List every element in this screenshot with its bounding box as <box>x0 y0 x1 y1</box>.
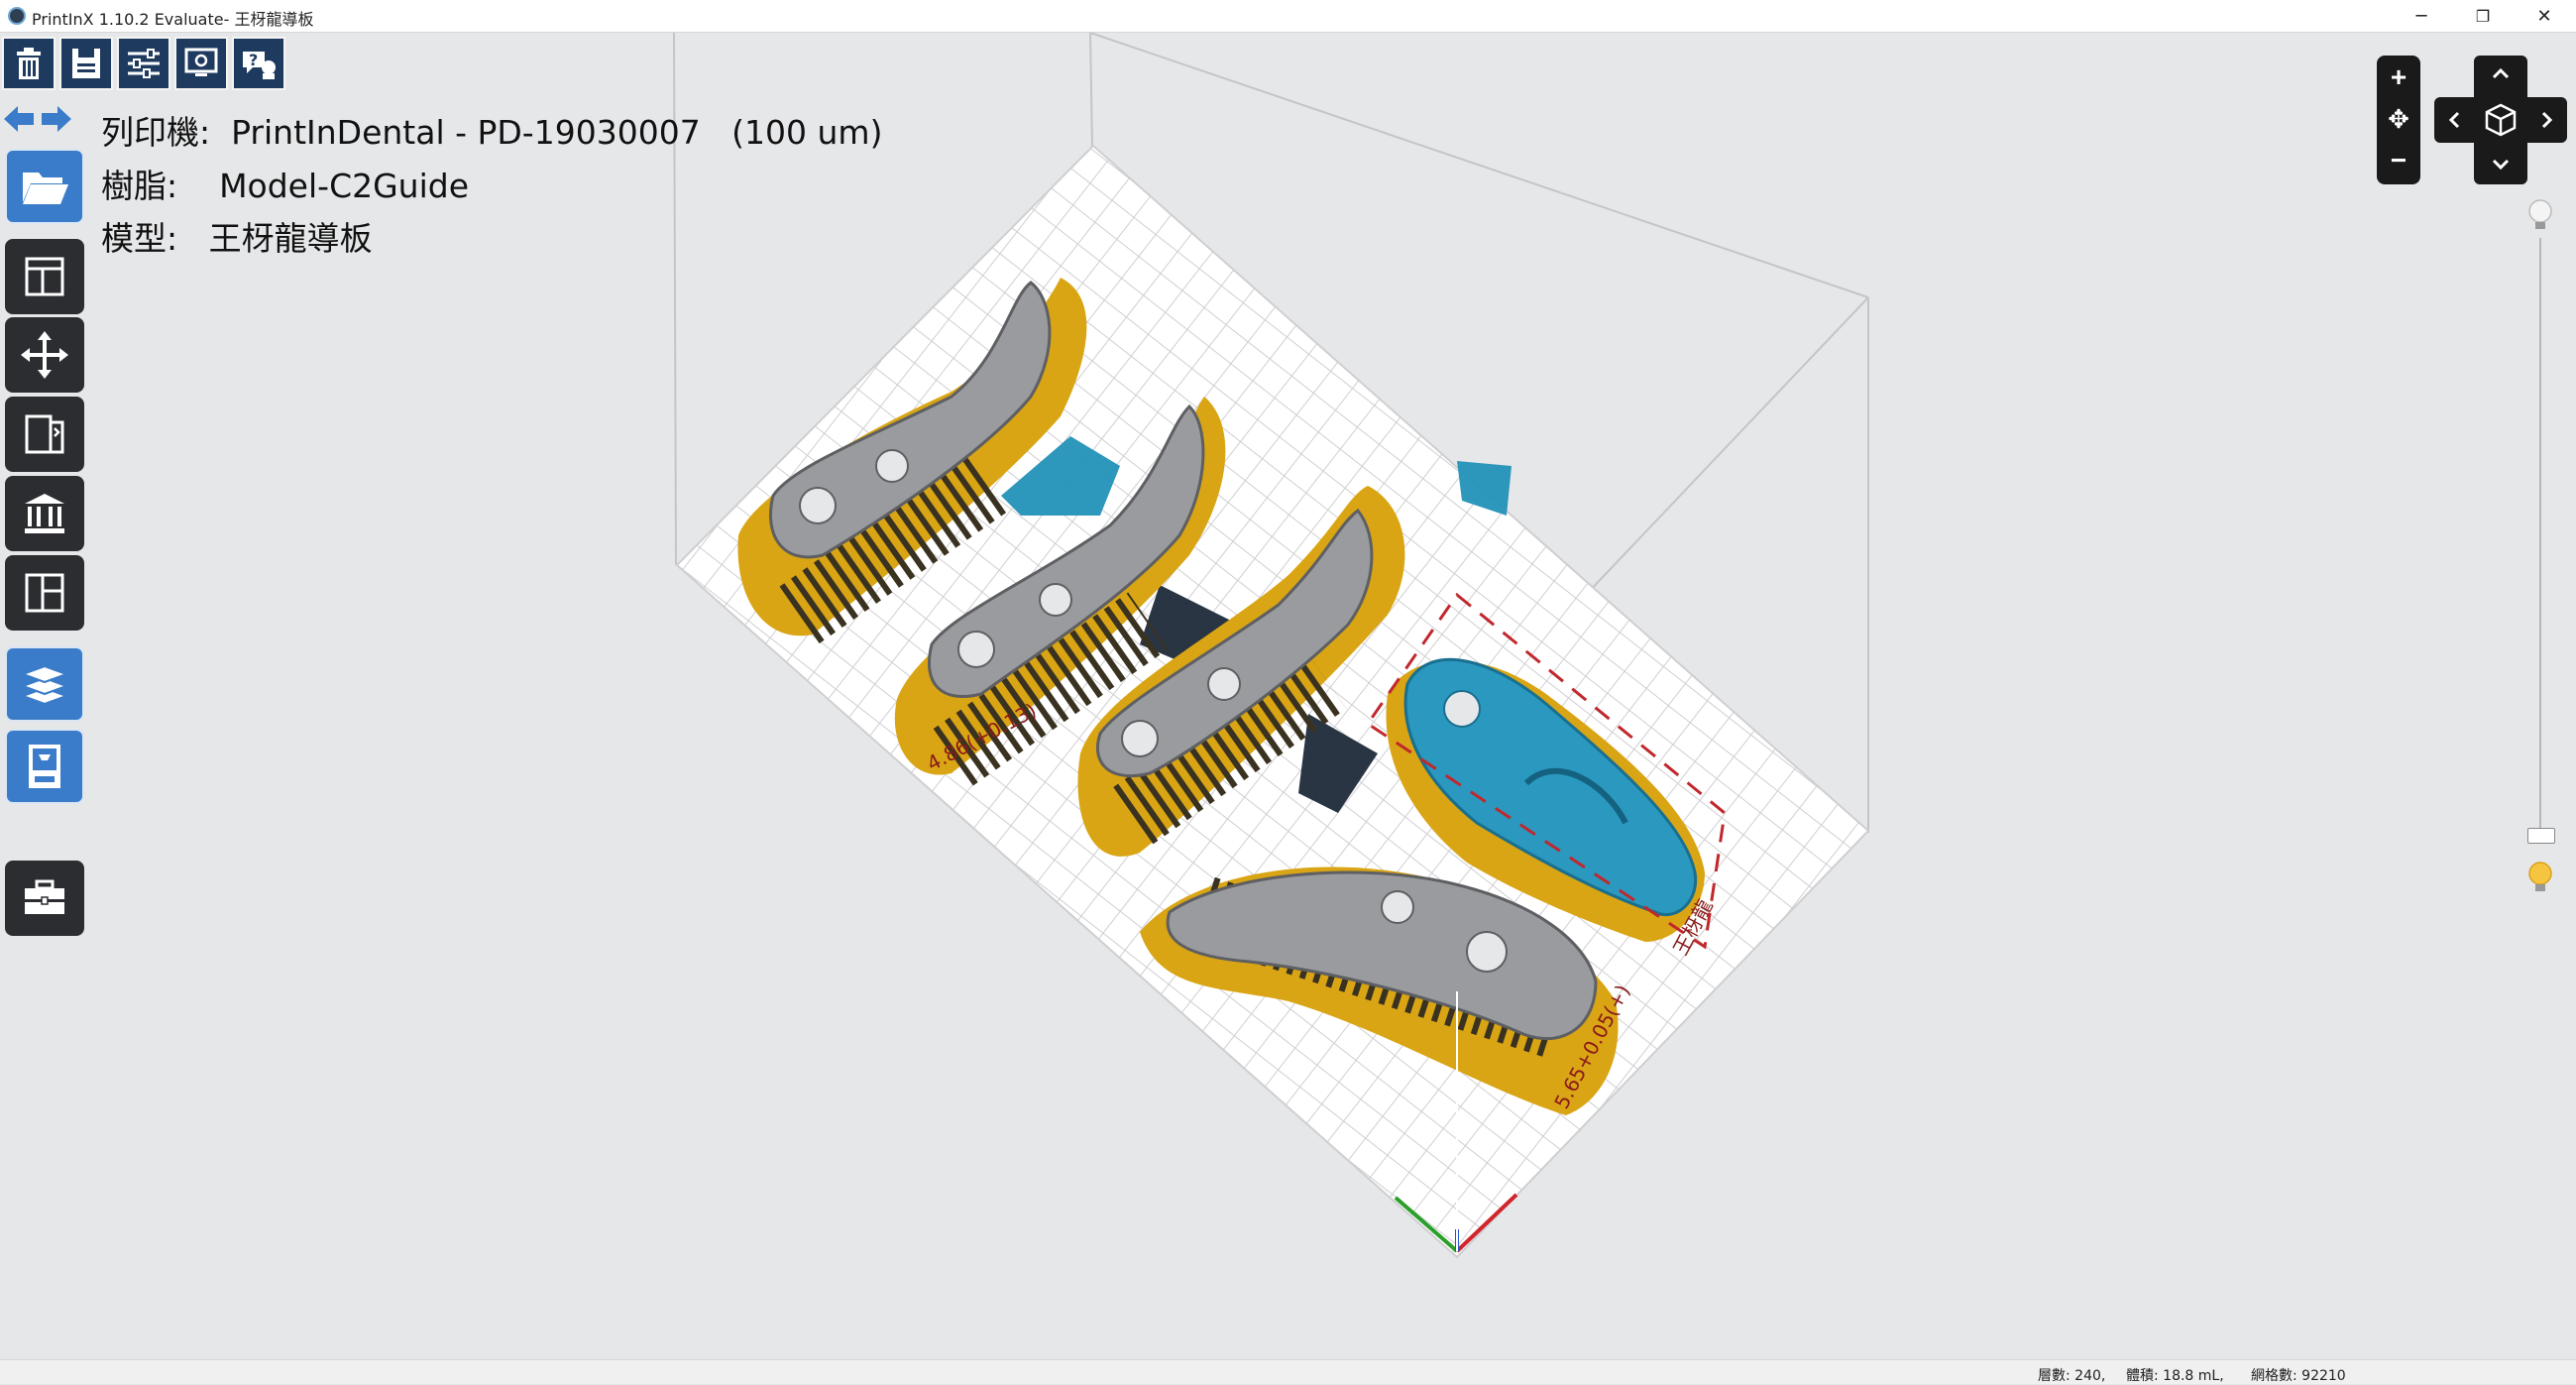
print-icon <box>29 745 60 788</box>
close-button[interactable]: ✕ <box>2514 0 2575 32</box>
title-bar: PrintInX 1.10.2 Evaluate- 王枒龍導板 ─ ❐ ✕ <box>0 0 2576 33</box>
trash-icon <box>17 48 41 79</box>
save-button[interactable] <box>59 37 113 90</box>
status-layers: 層數: 240, <box>2038 1368 2106 1384</box>
zoom-out-button[interactable]: − <box>2377 141 2420 180</box>
light-off-bulb-icon <box>2528 199 2552 229</box>
redo-arrow-icon[interactable] <box>40 102 73 136</box>
support-button[interactable] <box>5 476 84 551</box>
top-toolbar: ? <box>2 37 285 90</box>
minimize-button[interactable]: ─ <box>2391 0 2452 32</box>
resin-info: 樹脂: Model-C2Guide <box>101 167 470 205</box>
undo-arrow-icon[interactable] <box>2 102 36 136</box>
history-arrows <box>2 102 73 136</box>
zoom-in-button[interactable]: + <box>2377 58 2420 97</box>
delete-button[interactable] <box>2 37 56 90</box>
help-button[interactable]: ? <box>232 37 285 90</box>
monitor-settings-icon <box>184 48 218 76</box>
3d-viewport[interactable]: 4.86(+0.13) 5.65+0.05(+) 王枒龍 <box>0 33 2576 1359</box>
light-slider-handle[interactable] <box>2527 828 2555 844</box>
light-slider[interactable] <box>2535 198 2545 882</box>
move-button[interactable] <box>5 317 84 393</box>
status-faces: 網格數: 92210 <box>2251 1368 2346 1384</box>
settings-button[interactable] <box>117 37 170 90</box>
status-bar: 層數: 240, 體積: 18.8 mL, 網格數: 92210 <box>0 1359 2576 1384</box>
open-folder-icon <box>23 173 68 204</box>
maximize-button[interactable]: ❐ <box>2452 0 2514 32</box>
print-button[interactable] <box>5 729 84 804</box>
orient-icon <box>25 414 64 454</box>
help-chat-icon: ? <box>243 51 276 79</box>
layout-button[interactable] <box>5 239 84 314</box>
status-volume: 體積: 18.8 mL, <box>2126 1368 2224 1384</box>
zoom-controls: + ✥ − <box>2377 56 2420 184</box>
printer-info: 列印機: PrintInDental - PD-19030007 (100 um… <box>101 113 883 152</box>
toolbox-button[interactable] <box>5 861 84 936</box>
app-logo-icon <box>8 7 26 25</box>
build-scene: 4.86(+0.13) 5.65+0.05(+) 王枒龍 <box>673 33 1870 1259</box>
svg-text:?: ? <box>249 51 258 69</box>
slice-button[interactable] <box>5 646 84 722</box>
window-title: PrintInX 1.10.2 Evaluate- 王枒龍導板 <box>32 10 314 29</box>
orient-button[interactable] <box>5 397 84 472</box>
arrange-button[interactable] <box>5 555 84 631</box>
support-icon <box>25 494 64 533</box>
device-settings-button[interactable] <box>174 37 228 90</box>
open-file-button[interactable] <box>5 149 84 224</box>
save-icon <box>72 49 100 78</box>
camera-navpad <box>2434 56 2567 184</box>
model-info: 模型: 王枒龍導板 <box>101 219 373 258</box>
arrange-icon <box>25 573 64 613</box>
zoom-fit-button[interactable]: ✥ <box>2377 99 2420 139</box>
slice-layers-icon <box>20 664 69 706</box>
move-icon <box>21 331 68 379</box>
layout-icon <box>25 257 64 296</box>
toolbox-icon <box>25 879 64 914</box>
settings-sliders-icon <box>128 49 160 78</box>
light-on-bulb-icon <box>2528 862 2552 891</box>
